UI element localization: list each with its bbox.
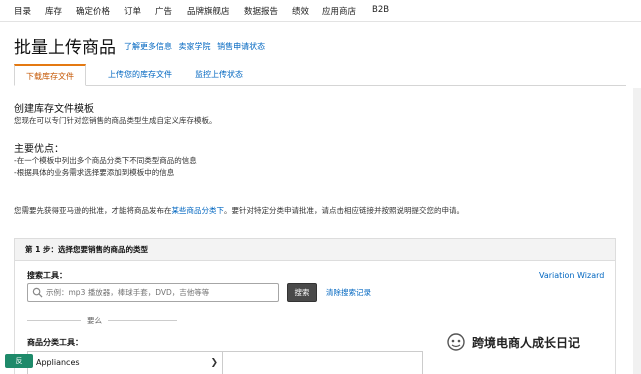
variation-wizard-link[interactable]: Variation Wizard xyxy=(539,271,604,280)
intro-description: 您现在可以专门针对您销售的商品类型生成自定义库存模板。 xyxy=(14,116,217,125)
nav-item-inventory[interactable]: 库存 xyxy=(45,5,62,17)
advantages-heading: 主要优点： xyxy=(14,144,64,155)
title-links: 了解更多信息 卖家学院 销售申请状态 xyxy=(124,41,269,52)
page-scrollbar[interactable] xyxy=(633,88,641,374)
certain-categories-link[interactable]: 某些商品分类下 xyxy=(172,206,225,215)
watermark-text: 跨境电商人成长日记 xyxy=(472,335,581,350)
nav-item-catalog[interactable]: 目录 xyxy=(14,5,31,17)
nav-item-reports[interactable]: 数据报告 xyxy=(244,5,278,17)
nav-item-brand-store[interactable]: 品牌旗舰店 xyxy=(187,5,230,17)
search-button[interactable]: 搜索 xyxy=(287,283,317,302)
search-input[interactable] xyxy=(46,286,274,299)
top-nav: 目录 库存 确定价格 订单 广告 品牌旗舰店 数据报告 绩效 应用商店 B2B xyxy=(0,0,641,22)
search-icon xyxy=(32,287,43,298)
nav-item-pricing[interactable]: 确定价格 xyxy=(76,5,110,17)
nav-item-ads[interactable]: 广告 xyxy=(155,5,172,17)
category-list: Appliances ❯ xyxy=(27,351,223,374)
category-tool-label: 商品分类工具： xyxy=(27,338,83,347)
intro-heading: 创建库存文件模板 xyxy=(14,104,94,115)
clear-search-link[interactable]: 清除搜索记录 xyxy=(326,287,371,298)
corner-badge: 反 xyxy=(5,354,33,368)
category-item-label: Appliances xyxy=(36,358,80,367)
approval-notice-text: 。要针对特定分类申请批准，请点击相应链接并按照说明提交您的申请。 xyxy=(224,206,464,215)
nav-item-app-store[interactable]: 应用商店 xyxy=(322,5,356,17)
tab-upload-inventory-file[interactable]: 上传您的库存文件 xyxy=(92,64,188,86)
step1-header: 第 1 步：选择您要销售的商品的类型 xyxy=(15,239,615,261)
nav-item-performance[interactable]: 绩效 xyxy=(292,5,309,17)
wechat-logo-icon xyxy=(447,333,465,351)
seller-university-link[interactable]: 卖家学院 xyxy=(179,42,211,51)
page-title: 批量上传商品 xyxy=(14,38,116,58)
approval-notice: 您需要先获得亚马逊的批准，才能将商品发布在某些商品分类下。要针对特定分类申请批准… xyxy=(14,205,464,216)
approval-notice-text: 您需要先获得亚马逊的批准，才能将商品发布在 xyxy=(14,206,172,215)
selling-application-status-link[interactable]: 销售申请状态 xyxy=(217,42,265,51)
tab-monitor-upload-status[interactable]: 监控上传状态 xyxy=(184,64,254,86)
search-input-wrapper xyxy=(27,283,279,302)
tab-download-inventory-file[interactable]: 下载库存文件 xyxy=(14,64,86,86)
category-item[interactable]: Appliances ❯ xyxy=(28,356,224,370)
advantage-item: -根据具体的业务需求选择要添加到模板中的信息 xyxy=(14,168,175,177)
advantage-item: -在一个模板中列出多个商品分类下不同类型商品的信息 xyxy=(14,156,197,165)
subcategory-list xyxy=(223,351,423,374)
watermark: 跨境电商人成长日记 xyxy=(446,330,580,354)
nav-item-orders[interactable]: 订单 xyxy=(124,5,141,17)
tab-bar: 下载库存文件 上传您的库存文件 监控上传状态 xyxy=(14,64,626,86)
search-tool-label: 搜索工具： xyxy=(27,271,67,280)
learn-more-link[interactable]: 了解更多信息 xyxy=(124,42,172,51)
or-separator: 要么 xyxy=(81,315,108,326)
chevron-right-icon: ❯ xyxy=(210,358,218,368)
nav-item-b2b[interactable]: B2B xyxy=(372,5,389,15)
